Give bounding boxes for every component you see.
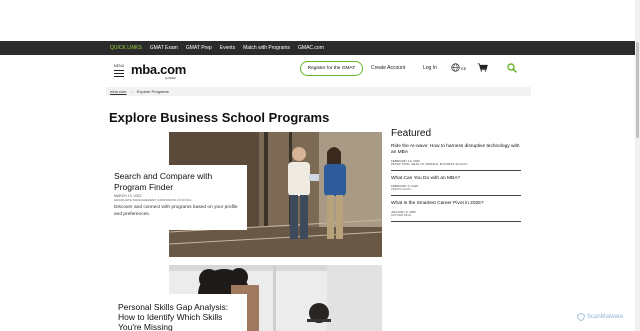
top-nav-match-programs[interactable]: Match with Programs: [243, 45, 290, 51]
featured-item-title[interactable]: Ride the AI-wave: How to harness disrupt…: [391, 144, 521, 157]
login-link[interactable]: Log In: [423, 65, 437, 71]
page: QUICK LINKS GMAT Exam GMAT Prep Events M…: [0, 0, 640, 331]
watermark-shield-icon: [577, 313, 585, 321]
hamburger-icon: [114, 69, 124, 71]
page-title: Explore Business School Programs: [109, 110, 330, 125]
top-nav-gmat-prep[interactable]: GMAT Prep: [186, 45, 212, 51]
second-article-card[interactable]: Personal Skills Gap Analysis: How to Ide…: [110, 294, 247, 331]
site-logo[interactable]: mba.com by GMAC: [131, 62, 186, 80]
hamburger-icon-bar: [114, 75, 124, 77]
search-icon[interactable]: [507, 63, 517, 73]
featured-item-title[interactable]: What Can You Do with an MBA?: [391, 176, 521, 182]
hero-article-description: Discover and connect with programs based…: [114, 205, 238, 217]
top-nav-events[interactable]: Events: [220, 45, 235, 51]
breadcrumb-separator: >: [130, 89, 133, 94]
scrollbar-thumb[interactable]: [636, 42, 639, 138]
cart-icon[interactable]: [477, 63, 488, 72]
hero-article-title[interactable]: Search and Compare with Program Finder: [114, 171, 243, 192]
featured-item-author: AUTHOR PAUL: [391, 213, 412, 217]
breadcrumb-current: Explore Programs: [136, 89, 169, 94]
language-label[interactable]: EE: [461, 66, 466, 71]
menu-button[interactable]: MENU: [113, 64, 125, 78]
watermark: ScanMalware: [577, 312, 623, 322]
hero-article-card[interactable]: Search and Compare with Program Finder M…: [110, 165, 247, 230]
featured-item[interactable]: What Is the Smartest Career Pivot in 202…: [391, 199, 521, 222]
logo-text: mba.com: [131, 62, 186, 77]
featured-item[interactable]: Ride the AI-wave: How to harness disrupt…: [391, 142, 521, 171]
featured-section: Featured Ride the AI-wave: How to harnes…: [391, 128, 521, 225]
hamburger-icon-bar: [114, 72, 124, 74]
logo-subtext: by GMAC: [165, 76, 176, 80]
page-scrollbar[interactable]: [635, 0, 640, 331]
breadcrumb-home[interactable]: mba.com: [110, 89, 126, 94]
create-account-link[interactable]: Create Account: [371, 65, 405, 71]
breadcrumb: mba.com > Explore Programs: [106, 87, 531, 96]
featured-item[interactable]: What Can You Do with an MBA? FEBRUARY 6,…: [391, 174, 521, 197]
register-gmat-button[interactable]: Register for the GMAT: [300, 61, 363, 76]
globe-icon[interactable]: [451, 63, 460, 72]
featured-item-author: PETER TODD, DEAN OF IMPERIAL BUSINESS SC…: [391, 162, 468, 166]
quick-links-label: QUICK LINKS: [110, 45, 142, 51]
hero-article-author: GRADUATE MANAGEMENT ADMISSION COUNCIL: [114, 198, 192, 203]
menu-label: MENU: [113, 64, 125, 68]
second-article-title[interactable]: Personal Skills Gap Analysis: How to Ide…: [118, 302, 239, 331]
featured-heading: Featured: [391, 128, 432, 139]
top-nav-gmat-exam[interactable]: GMAT Exam: [150, 45, 178, 51]
watermark-text: ScanMalware: [587, 314, 624, 320]
featured-item-title[interactable]: What Is the Smartest Career Pivot in 202…: [391, 201, 521, 207]
featured-item-author: JASON LUCIO •: [391, 188, 413, 192]
top-nav-gmac[interactable]: GMAC.com: [298, 45, 324, 51]
top-nav-bar: QUICK LINKS GMAT Exam GMAT Prep Events M…: [0, 41, 636, 55]
